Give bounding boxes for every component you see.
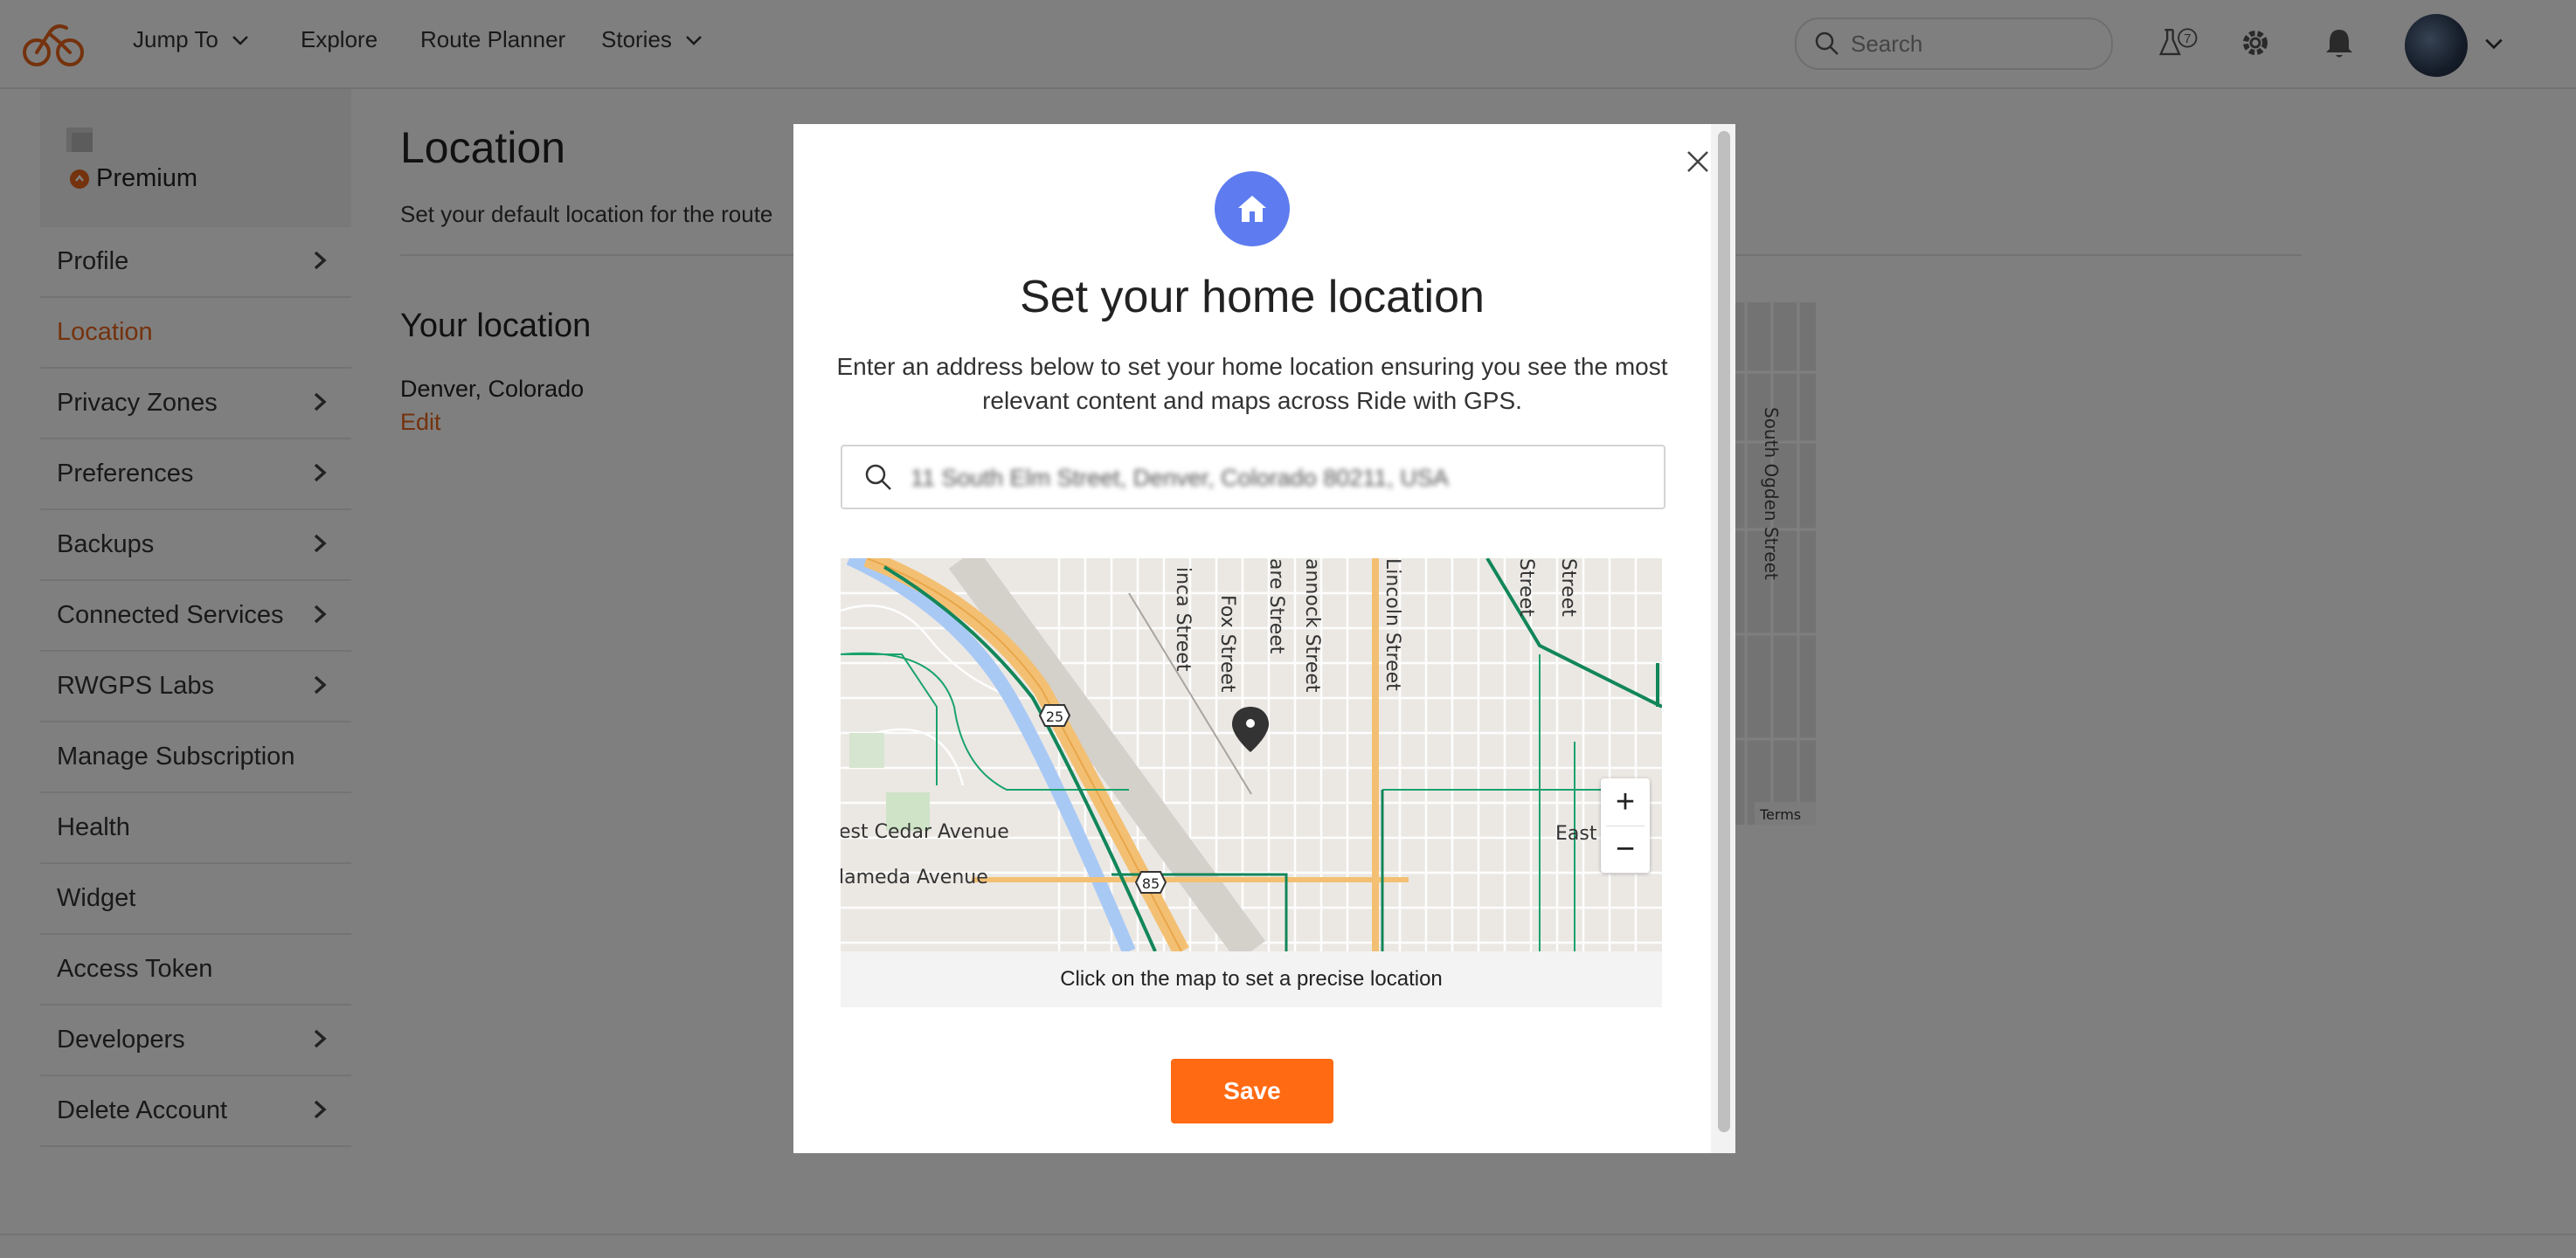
map-street-label: are Street xyxy=(1265,558,1287,654)
map-street-label: Fox Street xyxy=(1216,595,1238,693)
map-avenue-label: est Cedar Avenue xyxy=(841,821,1009,843)
modal-scrollbar[interactable] xyxy=(1711,124,1735,1153)
home-location-modal: Set your home location Enter an address … xyxy=(793,124,1735,1153)
map-street-label: annock Street xyxy=(1301,558,1323,693)
location-picker-map[interactable]: 25 85 inca Street Fox Street are Street … xyxy=(841,558,1662,951)
map-avenue-label: lameda Avenue xyxy=(841,867,988,888)
map-zoom-controls: + − xyxy=(1601,778,1650,873)
map-area-label: East xyxy=(1555,823,1597,845)
zoom-in-button[interactable]: + xyxy=(1601,778,1650,826)
home-icon-badge xyxy=(1215,171,1290,246)
save-button[interactable]: Save xyxy=(1171,1059,1333,1123)
map-street-label: Street xyxy=(1557,558,1579,617)
modal-title: Set your home location xyxy=(1020,272,1485,322)
highway-shield-25: 25 xyxy=(1038,704,1071,727)
svg-text:25: 25 xyxy=(1046,708,1063,725)
map-street-label: Lincoln Street xyxy=(1381,558,1403,691)
zoom-out-button[interactable]: − xyxy=(1601,826,1650,873)
map-street-label: Street xyxy=(1515,558,1537,617)
map-street-label: inca Street xyxy=(1172,567,1194,672)
map-canvas[interactable]: 25 85 inca Street Fox Street are Street … xyxy=(841,558,1662,951)
address-input[interactable] xyxy=(909,457,1638,499)
highway-shield-85: 85 xyxy=(1134,871,1167,894)
address-search-field[interactable] xyxy=(841,445,1665,509)
svg-text:85: 85 xyxy=(1142,875,1160,892)
modal-scrollbar-thumb[interactable] xyxy=(1718,131,1730,1132)
home-icon xyxy=(1238,196,1266,222)
search-icon xyxy=(865,464,891,490)
close-icon[interactable] xyxy=(1683,147,1713,176)
modal-description: Enter an address below to set your home … xyxy=(836,353,1668,414)
map-caption: Click on the map to set a precise locati… xyxy=(841,951,1662,1007)
